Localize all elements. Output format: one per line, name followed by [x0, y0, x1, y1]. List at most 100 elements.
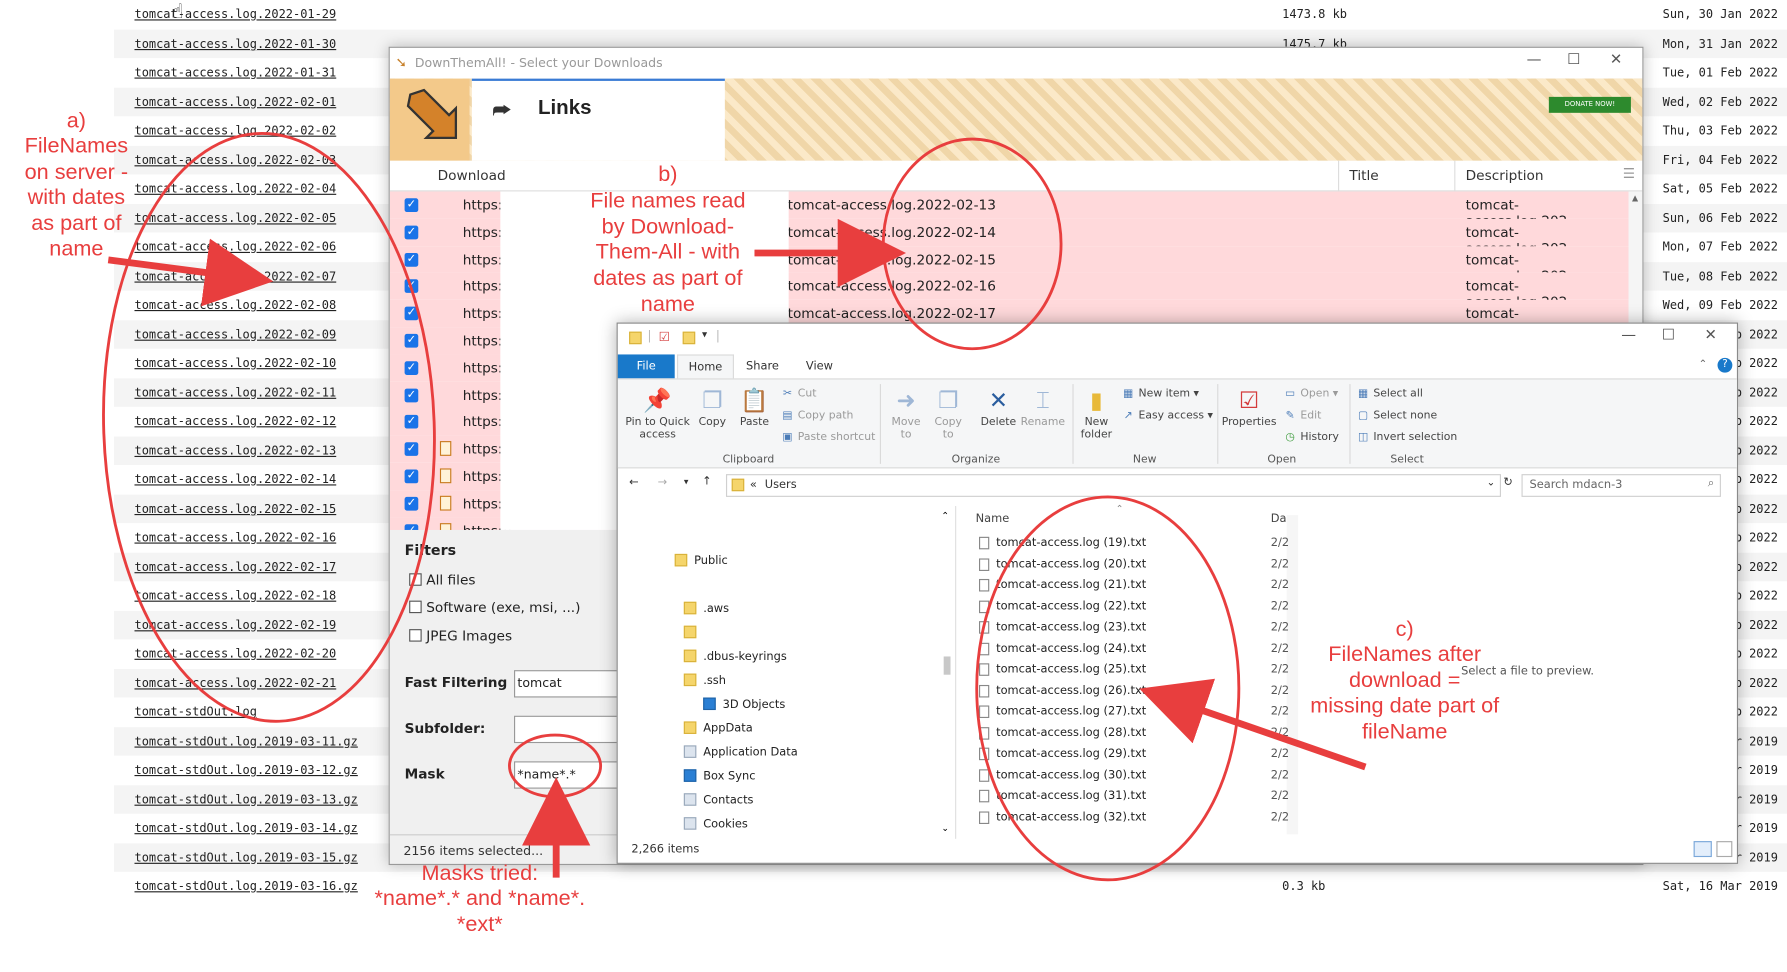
listing-file-link[interactable]: tomcat-access.log.2022-01-30 — [134, 37, 336, 51]
file-row[interactable]: tomcat-access.log (27).txt 2/2 — [956, 702, 1298, 723]
up-arrow-icon[interactable]: ↑ — [702, 475, 712, 488]
listing-file-link[interactable]: tomcat-stdOut.log.2019-03-11.gz — [134, 735, 357, 749]
listing-file-link[interactable]: tomcat-access.log.2022-01-29 — [134, 8, 336, 22]
select-none-button[interactable]: ▢ Select none — [1356, 409, 1437, 422]
listing-file-link[interactable]: tomcat-stdOut.log.2019-03-16.gz — [134, 880, 357, 894]
listing-file-link[interactable]: tomcat-access.log.2022-01-31 — [134, 66, 336, 80]
filter-software-checkbox[interactable] — [409, 600, 422, 614]
open-button[interactable]: ▭ Open ▾ — [1283, 387, 1338, 400]
column-name[interactable]: Name — [976, 513, 1010, 526]
explorer-minimize-button[interactable]: — — [1612, 327, 1646, 350]
tab-file[interactable]: File — [617, 354, 675, 379]
customize-toolbar-icon[interactable]: ▾ — [702, 329, 707, 340]
file-row[interactable]: tomcat-access.log (22).txt 2/2 — [956, 597, 1298, 618]
listing-file-link[interactable]: tomcat-access.log.2022-02-15 — [134, 502, 336, 516]
column-date[interactable]: Da — [1271, 513, 1287, 526]
file-row[interactable]: tomcat-access.log (19).txt 2/2 — [956, 533, 1298, 554]
listing-file-link[interactable]: tomcat-access.log.2022-02-21 — [134, 676, 336, 690]
listing-file-link[interactable]: tomcat-access.log.2022-02-09 — [134, 328, 336, 342]
row-checkbox[interactable]: ✓ — [404, 361, 419, 375]
properties-check-icon[interactable]: ☑ — [659, 329, 670, 344]
close-button[interactable]: ✕ — [1599, 51, 1633, 74]
copy-path-button[interactable]: ▤ Copy path — [781, 409, 853, 422]
row-checkbox[interactable]: ✓ — [404, 469, 419, 484]
nav-item[interactable]: .ssh — [683, 673, 726, 687]
listing-file-link[interactable]: tomcat-stdOut.log — [134, 705, 256, 719]
select-all-button[interactable]: ▦ Select all — [1356, 387, 1423, 400]
ribbon-collapse-icon[interactable]: ⌃ — [1699, 359, 1708, 370]
file-row[interactable]: tomcat-access.log (26).txt 2/2 — [956, 681, 1298, 702]
properties-button[interactable]: ☑ Properties — [1222, 386, 1277, 428]
nav-item[interactable]: Application Data — [683, 745, 798, 759]
listing-file-link[interactable]: tomcat-access.log.2022-02-16 — [134, 531, 336, 545]
row-checkbox[interactable]: ✓ — [404, 252, 419, 267]
tab-share[interactable]: Share — [734, 354, 791, 378]
nav-item[interactable]: AppData — [683, 721, 753, 735]
listing-file-link[interactable]: tomcat-access.log.2022-02-03 — [134, 153, 336, 167]
address-box[interactable]: « Users ⌄ — [725, 474, 1501, 497]
listing-file-link[interactable]: tomcat-stdOut.log.2019-03-14.gz — [134, 822, 357, 836]
file-row[interactable]: tomcat-access.log (29).txt 2/2 — [956, 744, 1298, 765]
file-row[interactable]: tomcat-access.log (24).txt 2/2 — [956, 639, 1298, 660]
nav-item[interactable]: .dbus-keyrings — [683, 649, 787, 663]
new-item-button[interactable]: ▦ New item ▾ — [1121, 387, 1199, 400]
listing-file-link[interactable]: tomcat-access.log.2022-02-12 — [134, 415, 336, 429]
invert-selection-button[interactable]: ◫ Invert selection — [1356, 431, 1457, 444]
column-menu-icon[interactable]: ☰ — [1623, 165, 1635, 181]
explorer-maximize-button[interactable]: ☐ — [1651, 327, 1685, 350]
nav-scrollbar[interactable]: ⌃ ⌄ — [939, 506, 956, 839]
column-title[interactable]: Title — [1349, 168, 1378, 184]
explorer-close-button[interactable]: ✕ — [1694, 327, 1728, 350]
row-checkbox[interactable]: ✓ — [404, 198, 419, 212]
maximize-button[interactable]: ☐ — [1557, 51, 1591, 74]
move-to-button[interactable]: ➜ Move to — [887, 386, 926, 441]
listing-file-link[interactable]: tomcat-access.log.2022-02-01 — [134, 95, 336, 109]
pin-quick-access-button[interactable]: 📌 Pin to Quick access — [625, 386, 691, 441]
listing-file-link[interactable]: tomcat-stdOut.log.2019-03-15.gz — [134, 851, 357, 865]
column-download[interactable]: Download — [438, 168, 506, 184]
refresh-icon[interactable]: ↻ — [1503, 476, 1513, 489]
filter-all-checkbox[interactable] — [409, 573, 422, 586]
delete-button[interactable]: ✕ Delete — [976, 386, 1022, 428]
listing-file-link[interactable]: tomcat-access.log.2022-02-13 — [134, 444, 336, 458]
donate-button[interactable]: DONATE NOW! — [1548, 96, 1631, 113]
listing-file-link[interactable]: tomcat-access.log.2022-02-05 — [134, 211, 336, 225]
nav-item[interactable]: Cookies — [683, 817, 748, 831]
file-row[interactable]: tomcat-access.log (20).txt 2/2 — [956, 554, 1298, 575]
listing-file-link[interactable]: tomcat-access.log.2022-02-08 — [134, 299, 336, 313]
paste-shortcut-button[interactable]: ▣ Paste shortcut — [781, 431, 875, 444]
listing-file-link[interactable]: tomcat-stdOut.log.2019-03-12.gz — [134, 764, 357, 778]
file-row[interactable]: tomcat-access.log (25).txt 2/2 — [956, 660, 1298, 681]
nav-item[interactable] — [683, 625, 703, 640]
copy-button[interactable]: ❐ Copy — [695, 386, 729, 428]
copy-to-button[interactable]: ❐ Copy to — [929, 386, 968, 441]
file-row[interactable]: tomcat-access.log (23).txt 2/2 — [956, 618, 1298, 639]
back-arrow-icon[interactable]: ← — [629, 476, 639, 489]
nav-item[interactable]: 3D Objects — [703, 697, 785, 711]
nav-item[interactable]: .aws — [683, 601, 729, 615]
listing-file-link[interactable]: tomcat-access.log.2022-02-10 — [134, 357, 336, 371]
listing-file-link[interactable]: tomcat-access.log.2022-02-04 — [134, 182, 336, 196]
listing-file-link[interactable]: tomcat-access.log.2022-02-07 — [134, 270, 336, 284]
listing-file-link[interactable]: tomcat-access.log.2022-02-14 — [134, 473, 336, 487]
recent-locations-icon[interactable]: ▾ — [684, 476, 689, 486]
easy-access-button[interactable]: ↗ Easy access ▾ — [1121, 409, 1213, 422]
new-folder-button[interactable]: ▮ New folder — [1076, 386, 1117, 441]
row-checkbox[interactable]: ✓ — [404, 442, 419, 457]
address-dropdown-icon[interactable]: ⌄ — [1487, 478, 1496, 489]
file-row[interactable]: tomcat-access.log (21).txt 2/2 — [956, 576, 1298, 597]
listing-file-link[interactable]: tomcat-access.log.2022-02-11 — [134, 386, 336, 400]
listing-file-link[interactable]: tomcat-access.log.2022-02-19 — [134, 618, 336, 632]
details-view-icon[interactable] — [1693, 841, 1712, 858]
new-folder-icon[interactable] — [682, 331, 696, 345]
tab-view[interactable]: View — [791, 354, 848, 378]
file-row[interactable]: tomcat-access.log (30).txt 2/2 — [956, 765, 1298, 786]
file-row[interactable]: tomcat-access.log (28).txt 2/2 — [956, 723, 1298, 744]
paste-button[interactable]: 📋 Paste — [736, 386, 772, 428]
row-checkbox[interactable]: ✓ — [404, 279, 419, 294]
nav-item[interactable]: Box Sync — [683, 769, 755, 783]
large-icons-view-icon[interactable] — [1716, 841, 1733, 858]
help-icon[interactable]: ? — [1717, 357, 1733, 373]
listing-file-link[interactable]: tomcat-access.log.2022-02-18 — [134, 589, 336, 603]
tab-links[interactable]: ⮫ Links — [471, 78, 725, 161]
